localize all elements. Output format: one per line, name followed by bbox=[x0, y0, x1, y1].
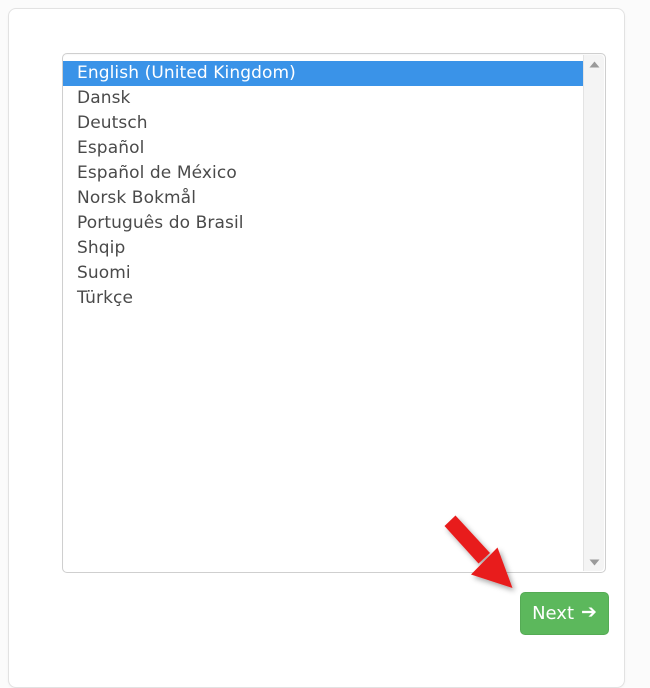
list-item[interactable]: Español de México bbox=[63, 161, 583, 186]
scroll-up-button[interactable] bbox=[584, 55, 604, 73]
list-item[interactable]: Dansk bbox=[63, 86, 583, 111]
next-button[interactable]: Next ➔ bbox=[520, 592, 609, 635]
scrollbar-track[interactable] bbox=[584, 73, 604, 553]
arrow-right-icon: ➔ bbox=[581, 601, 597, 623]
next-button-label: Next bbox=[532, 602, 574, 624]
scroll-down-button[interactable] bbox=[584, 553, 604, 571]
list-item[interactable]: Español bbox=[63, 136, 583, 161]
list-item[interactable]: Suomi bbox=[63, 261, 583, 286]
language-list-viewport: English (United Kingdom) Dansk Deutsch E… bbox=[63, 54, 583, 572]
list-item[interactable]: Deutsch bbox=[63, 111, 583, 136]
scroll-down-arrow-icon bbox=[589, 559, 600, 566]
list-item[interactable]: English (United Kingdom) bbox=[63, 61, 583, 86]
vertical-scrollbar[interactable] bbox=[583, 55, 604, 571]
language-selection-dialog: English (United Kingdom) Dansk Deutsch E… bbox=[8, 8, 625, 688]
scroll-up-arrow-icon bbox=[589, 61, 600, 68]
list-item[interactable]: Shqip bbox=[63, 236, 583, 261]
list-item[interactable]: Norsk Bokmål bbox=[63, 186, 583, 211]
list-item[interactable]: Türkçe bbox=[63, 286, 583, 311]
list-item[interactable]: Português do Brasil bbox=[63, 211, 583, 236]
language-listbox[interactable]: English (United Kingdom) Dansk Deutsch E… bbox=[62, 53, 606, 573]
